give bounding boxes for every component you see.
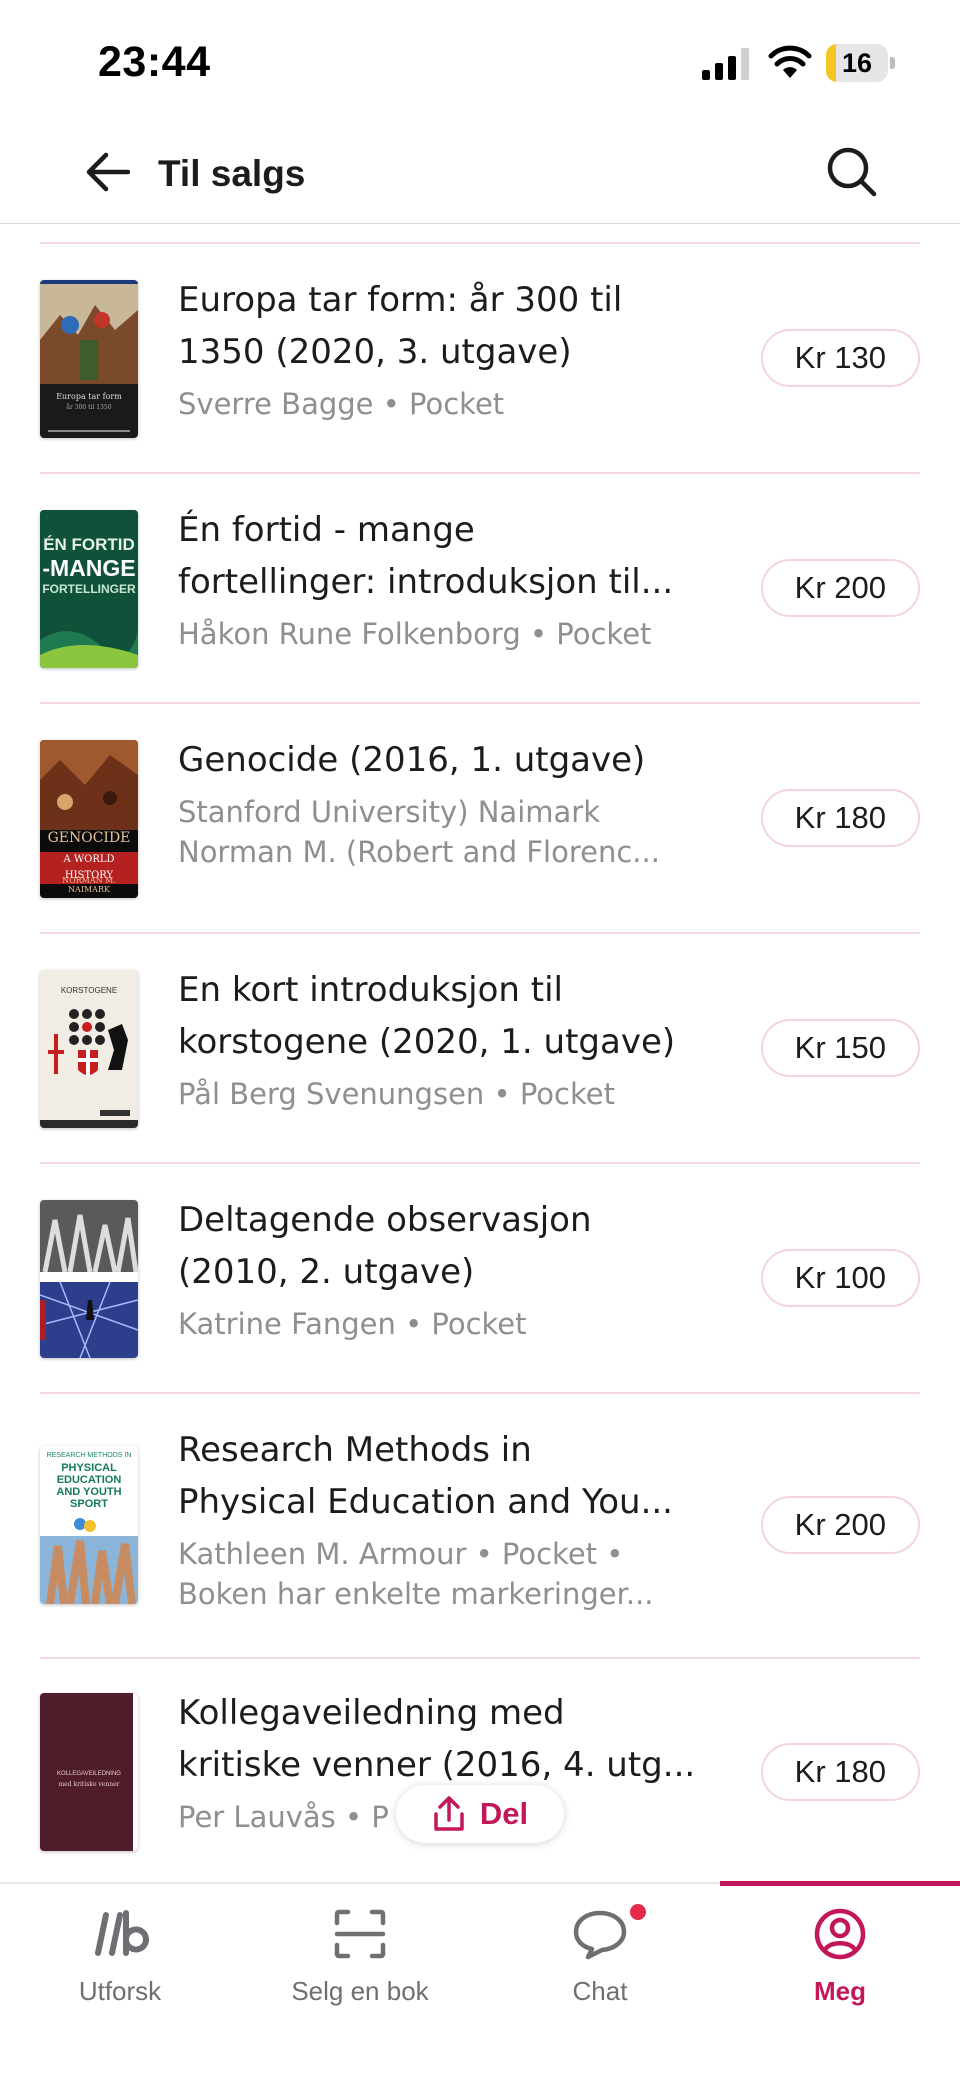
page-title: Til salgs (158, 153, 306, 194)
book-cover-deltagende (40, 1200, 138, 1358)
tab-label: Chat (572, 1976, 628, 2006)
book-meta-line-2: Norman M. (Robert and Florenc... (178, 835, 660, 869)
share-label: Del (479, 1796, 529, 1831)
list-item[interactable]: RESEARCH METHODS IN PHYSICAL EDUCATION A… (0, 1394, 960, 1657)
book-cover-fortid: ÉN FORTID -MANGE FORTELLINGER (40, 510, 138, 668)
book-title-line-2: Physical Education and You... (178, 1482, 673, 1522)
search-icon (827, 147, 877, 197)
book-title-line-2: 1350 (2020, 3. utgave) (178, 332, 572, 372)
cover-subtitle: med kritiske venner (58, 1781, 120, 1788)
list-item[interactable]: ÉN FORTID -MANGE FORTELLINGER Én fortid … (0, 474, 960, 702)
book-info: En kort introduksjon til korstogene (202… (178, 964, 708, 1114)
book-cover-research: RESEARCH METHODS IN PHYSICAL EDUCATION A… (40, 1446, 138, 1604)
book-cover-europa: Europa tar form år 300 til 1350 (40, 280, 138, 438)
price-tag[interactable]: Kr 200 (760, 559, 920, 617)
profile-icon (810, 1906, 870, 1962)
price-tag[interactable]: Kr 130 (760, 329, 920, 387)
list-item[interactable]: KORSTOGENE En kort introduksjon til kors… (0, 934, 960, 1162)
battery-body: 16 (826, 44, 888, 82)
arrow-left-icon (86, 152, 130, 192)
app-header: Til salgs (0, 128, 960, 224)
book-meta: Håkon Rune Folkenborg • Pocket (178, 617, 652, 651)
cellular-signal-icon (702, 48, 749, 80)
battery-cap (890, 57, 895, 69)
book-cover-kollega: KOLLEGAVEILEDNING med kritiske venner (40, 1693, 138, 1851)
battery-indicator: 16 (826, 44, 896, 82)
cover-author: NORMAN M. NAIMARK (62, 876, 116, 894)
back-button[interactable] (80, 144, 136, 200)
tab-utforsk[interactable]: Utforsk (0, 1884, 240, 2024)
cover-title: GENOCIDE (47, 830, 131, 846)
price-tag[interactable]: Kr 150 (760, 1019, 920, 1077)
book-meta: Katrine Fangen • Pocket (178, 1307, 527, 1341)
book-meta-line-2: Boken har enkelte markeringer... (178, 1577, 654, 1611)
list-item[interactable]: Europa tar form år 300 til 1350 Europa t… (0, 244, 960, 472)
book-info: Research Methods in Physical Education a… (178, 1424, 708, 1614)
book-title-line-2: kritiske venner (2016, 4. utg... (178, 1745, 696, 1785)
book-meta: Pål Berg Svenungsen • Pocket (178, 1077, 615, 1111)
book-cover-korstogene: KORSTOGENE (40, 970, 138, 1128)
book-info: Europa tar form: år 300 til 1350 (2020, … (178, 274, 708, 424)
cover-spine (133, 1693, 138, 1851)
book-info: Én fortid - mange fortellinger: introduk… (178, 504, 708, 654)
price-tag[interactable]: Kr 200 (760, 1496, 920, 1554)
book-list: Europa tar form år 300 til 1350 Europa t… (0, 242, 960, 1887)
book-title-line-2: (2010, 2. utgave) (178, 1252, 475, 1292)
book-title: Kollegaveiledning med (178, 1693, 565, 1733)
tab-chat[interactable]: Chat (480, 1884, 720, 2024)
book-meta: Sverre Bagge • Pocket (178, 387, 505, 421)
cover-title: KOLLEGAVEILEDNING (57, 1771, 121, 1777)
cover-line-1: ÉN FORTID (43, 535, 135, 554)
cover-line-3: FORTELLINGER (42, 582, 136, 596)
status-time: 23:44 (98, 38, 211, 86)
status-bar: 23:44 16 (0, 0, 960, 128)
list-item[interactable]: Deltagende observasjon (2010, 2. utgave)… (0, 1164, 960, 1392)
book-title: Deltagende observasjon (178, 1200, 592, 1240)
book-title-line-2: fortellinger: introduksjon til... (178, 562, 674, 602)
list-item[interactable]: GENOCIDE A WORLD HISTORY NORMAN M. NAIMA… (0, 704, 960, 932)
tab-selg-en-bok[interactable]: Selg en bok (240, 1884, 480, 2024)
bottom-tab-bar: Utforsk Selg en bok Chat Meg (0, 1881, 960, 2078)
tab-label: Meg (814, 1976, 866, 2006)
explore-icon (90, 1906, 150, 1962)
scan-icon (330, 1906, 390, 1962)
book-title: Én fortid - mange (178, 510, 475, 550)
cover-line-2: -MANGE (42, 555, 136, 581)
wifi-icon (768, 45, 812, 78)
battery-level: 16 (841, 48, 873, 78)
tab-label: Selg en bok (291, 1976, 429, 2006)
book-title: En kort introduksjon til (178, 970, 563, 1010)
share-icon (434, 1796, 464, 1831)
cover-subtitle: år 300 til 1350 (66, 404, 112, 411)
book-meta: Stanford University) Naimark (178, 795, 601, 829)
share-button[interactable]: Del (396, 1785, 564, 1843)
book-cover-genocide: GENOCIDE A WORLD HISTORY NORMAN M. NAIMA… (40, 740, 138, 898)
price-tag[interactable]: Kr 180 (760, 1743, 920, 1801)
tab-meg[interactable]: Meg (720, 1884, 960, 2024)
list-item[interactable]: KOLLEGAVEILEDNING med kritiske venner Ko… (0, 1659, 960, 1887)
book-title: Europa tar form: år 300 til (178, 280, 623, 320)
notification-badge (630, 1904, 646, 1920)
book-title-line-2: korstogene (2020, 1. utgave) (178, 1022, 676, 1062)
cover-title: Europa tar form (56, 392, 122, 401)
book-meta: Kathleen M. Armour • Pocket • (178, 1537, 624, 1571)
book-info: Genocide (2016, 1. utgave) Stanford Univ… (178, 734, 708, 872)
search-button[interactable] (820, 140, 884, 204)
book-info: Deltagende observasjon (2010, 2. utgave)… (178, 1194, 708, 1344)
chat-icon (570, 1906, 630, 1962)
book-title: Genocide (2016, 1. utgave) (178, 740, 646, 780)
price-tag[interactable]: Kr 100 (760, 1249, 920, 1307)
tab-label: Utforsk (78, 1976, 162, 2006)
book-title: Research Methods in (178, 1430, 532, 1470)
price-tag[interactable]: Kr 180 (760, 789, 920, 847)
